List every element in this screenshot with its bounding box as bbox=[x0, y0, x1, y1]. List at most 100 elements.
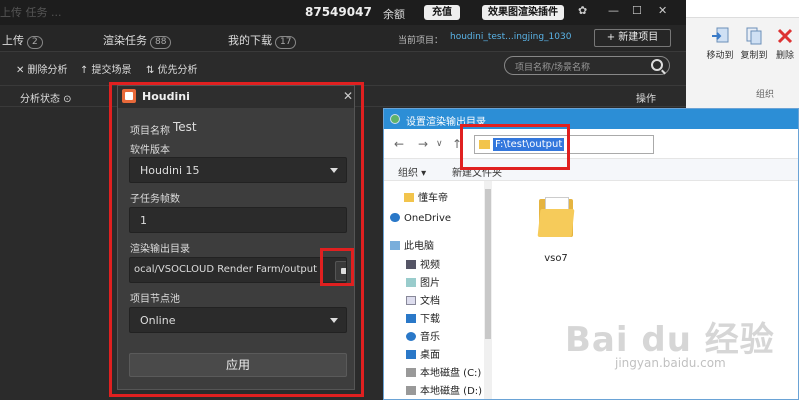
houdini-settings-dialog: Houdini ✕ 项目名称 Test 软件版本 Houdini 15 子任务帧… bbox=[117, 85, 355, 390]
drive-icon bbox=[406, 386, 416, 395]
tree-scroll-thumb[interactable] bbox=[485, 189, 491, 339]
tab-render-tasks[interactable]: 渲染任务 88 bbox=[103, 32, 172, 49]
up-arrow-icon[interactable]: ↑ bbox=[452, 137, 462, 151]
tree-item-onedrive[interactable]: OneDrive bbox=[390, 213, 451, 224]
folder-item-vso7[interactable]: vso7 bbox=[536, 195, 576, 264]
tree-item-label: 懂车帝 bbox=[418, 193, 448, 204]
tree-item-this-pc[interactable]: 此电脑 bbox=[390, 237, 434, 252]
tree-item-label: OneDrive bbox=[404, 213, 452, 224]
node-pool-select[interactable]: Online bbox=[129, 307, 347, 333]
submit-scene-button[interactable]: ↑ 提交场景 bbox=[80, 61, 132, 76]
tab-download-label: 我的下载 bbox=[228, 34, 272, 47]
watermark-url: jingyan.baidu.com bbox=[615, 356, 726, 370]
account-id: 87549047 bbox=[305, 5, 372, 19]
tab-render-count: 88 bbox=[150, 36, 172, 49]
address-bar[interactable]: F:\test\output bbox=[474, 135, 654, 154]
tab-bar: 上传 2 渲染任务 88 我的下载 17 当前项目： houdini_test...i… bbox=[0, 25, 686, 52]
tree-scrollbar[interactable] bbox=[484, 181, 492, 399]
command-bar: 组织 ▾ 新建文件夹 bbox=[384, 159, 798, 181]
picture-icon bbox=[406, 278, 416, 287]
subtask-frames-label: 子任务帧数 bbox=[130, 194, 180, 205]
priority-analysis-button[interactable]: ⇅ 优先分析 bbox=[146, 61, 198, 76]
plugin-button[interactable]: 效果图渲染插件 bbox=[482, 5, 564, 20]
search-icon[interactable] bbox=[651, 59, 663, 71]
navigation-bar: ← → ∨ ↑ F:\test\output bbox=[384, 129, 798, 159]
software-version-select[interactable]: Houdini 15 bbox=[129, 157, 347, 183]
software-version-value: Houdini 15 bbox=[140, 164, 200, 177]
delete-analysis-button[interactable]: ✕ 删除分析 bbox=[16, 61, 68, 76]
tab-upload-count: 2 bbox=[27, 36, 43, 49]
copy-to-button[interactable]: 复制到 bbox=[736, 26, 772, 61]
forward-arrow-icon[interactable]: → bbox=[418, 137, 428, 151]
address-path: F:\test\output bbox=[493, 138, 565, 151]
subtask-frames-value: 1 bbox=[140, 214, 147, 227]
folder-icon bbox=[479, 140, 490, 149]
column-analysis-status[interactable]: 分析状态 ⊙ bbox=[20, 90, 72, 105]
copy-to-icon bbox=[746, 27, 762, 45]
close-icon[interactable]: ✕ bbox=[343, 89, 353, 103]
output-dir-input[interactable]: ocal/VSOCLOUD Render Farm/output bbox=[129, 257, 347, 283]
watermark-logo: Bai du 经验 bbox=[565, 320, 775, 360]
subtask-frames-input[interactable]: 1 bbox=[129, 207, 347, 233]
output-dir-label: 渲染输出目录 bbox=[130, 244, 190, 255]
tree-item-drive-c[interactable]: 本地磁盘 (C:) bbox=[406, 364, 481, 379]
chevron-down-icon bbox=[330, 168, 338, 173]
tab-render-label: 渲染任务 bbox=[103, 34, 147, 47]
apply-button[interactable]: 应用 bbox=[129, 353, 347, 377]
tree-item-dongchedi[interactable]: 懂车帝 bbox=[404, 189, 448, 204]
move-to-icon bbox=[712, 27, 729, 43]
new-folder-button[interactable]: 新建文件夹 bbox=[452, 164, 502, 179]
ribbon-tab-strip bbox=[686, 0, 799, 18]
maximize-icon[interactable]: ☐ bbox=[632, 4, 642, 17]
software-version-label: 软件版本 bbox=[130, 145, 170, 156]
computer-icon bbox=[390, 241, 400, 250]
explorer-ribbon: 移动到 复制到 删除 组织 bbox=[686, 0, 799, 108]
tree-item-drive-d[interactable]: 本地磁盘 (D:) bbox=[406, 382, 482, 397]
tab-my-downloads[interactable]: 我的下载 17 bbox=[228, 32, 297, 49]
tree-item-documents[interactable]: 文档 bbox=[406, 292, 440, 307]
move-to-button[interactable]: 移动到 bbox=[702, 26, 738, 61]
current-project-value[interactable]: houdini_test...ingjing_1030 bbox=[450, 32, 571, 42]
tree-item-desktop[interactable]: 桌面 bbox=[406, 346, 440, 361]
search-input[interactable]: 项目名称/场景名称 bbox=[504, 56, 670, 75]
gear-icon[interactable]: ✿ bbox=[578, 4, 587, 17]
delete-button[interactable]: 删除 bbox=[770, 26, 799, 61]
chevron-down-icon[interactable]: ∨ bbox=[436, 139, 443, 149]
node-pool-label: 项目节点池 bbox=[130, 294, 180, 305]
toolbar: ✕ 删除分析 ↑ 提交场景 ⇅ 优先分析 项目名称/场景名称 bbox=[0, 53, 686, 81]
tree-item-label: 视频 bbox=[420, 260, 440, 271]
dialog-app-icon bbox=[390, 114, 400, 124]
chevron-down-icon bbox=[330, 318, 338, 323]
folder-picker-titlebar: 设置渲染输出目录 bbox=[384, 109, 798, 129]
desktop-icon bbox=[406, 350, 416, 359]
new-project-button[interactable]: + 新建项目 bbox=[594, 29, 671, 47]
tree-item-label: 本地磁盘 (D:) bbox=[420, 386, 483, 397]
output-dir-value: ocal/VSOCLOUD Render Farm/output bbox=[134, 264, 317, 275]
download-icon bbox=[406, 314, 416, 323]
organize-menu[interactable]: 组织 ▾ bbox=[398, 164, 426, 179]
tree-item-music[interactable]: 音乐 bbox=[406, 328, 440, 343]
balance-dropdown[interactable]: 余额 bbox=[383, 6, 405, 22]
minimize-icon[interactable]: — bbox=[608, 4, 619, 17]
close-icon[interactable]: ✕ bbox=[658, 4, 667, 17]
tab-upload-label: 上传 bbox=[2, 34, 24, 47]
tree-item-pictures[interactable]: 图片 bbox=[406, 274, 440, 289]
tab-upload[interactable]: 上传 2 bbox=[2, 32, 43, 49]
current-project-label: 当前项目： bbox=[398, 36, 444, 46]
project-name-value: Test bbox=[173, 120, 197, 134]
column-analysis-status-label: 分析状态 bbox=[20, 94, 60, 105]
delete-label: 删除 bbox=[775, 51, 794, 61]
tree-item-videos[interactable]: 视频 bbox=[406, 256, 440, 271]
folder-item-label: vso7 bbox=[544, 253, 568, 264]
tree-item-label: 文档 bbox=[420, 296, 440, 307]
browse-folder-button[interactable] bbox=[335, 261, 346, 281]
houdini-dialog-titlebar: Houdini ✕ bbox=[118, 86, 354, 108]
recharge-button[interactable]: 充值 bbox=[424, 5, 460, 20]
delete-icon bbox=[777, 28, 793, 44]
folder-picker-title: 设置渲染输出目录 bbox=[406, 117, 486, 128]
project-name-label: 项目名称 bbox=[130, 126, 170, 137]
tree-item-downloads[interactable]: 下载 bbox=[406, 310, 440, 325]
back-arrow-icon[interactable]: ← bbox=[394, 137, 404, 151]
tab-download-count: 17 bbox=[275, 36, 297, 49]
tree-item-label: 本地磁盘 (C:) bbox=[420, 368, 482, 379]
